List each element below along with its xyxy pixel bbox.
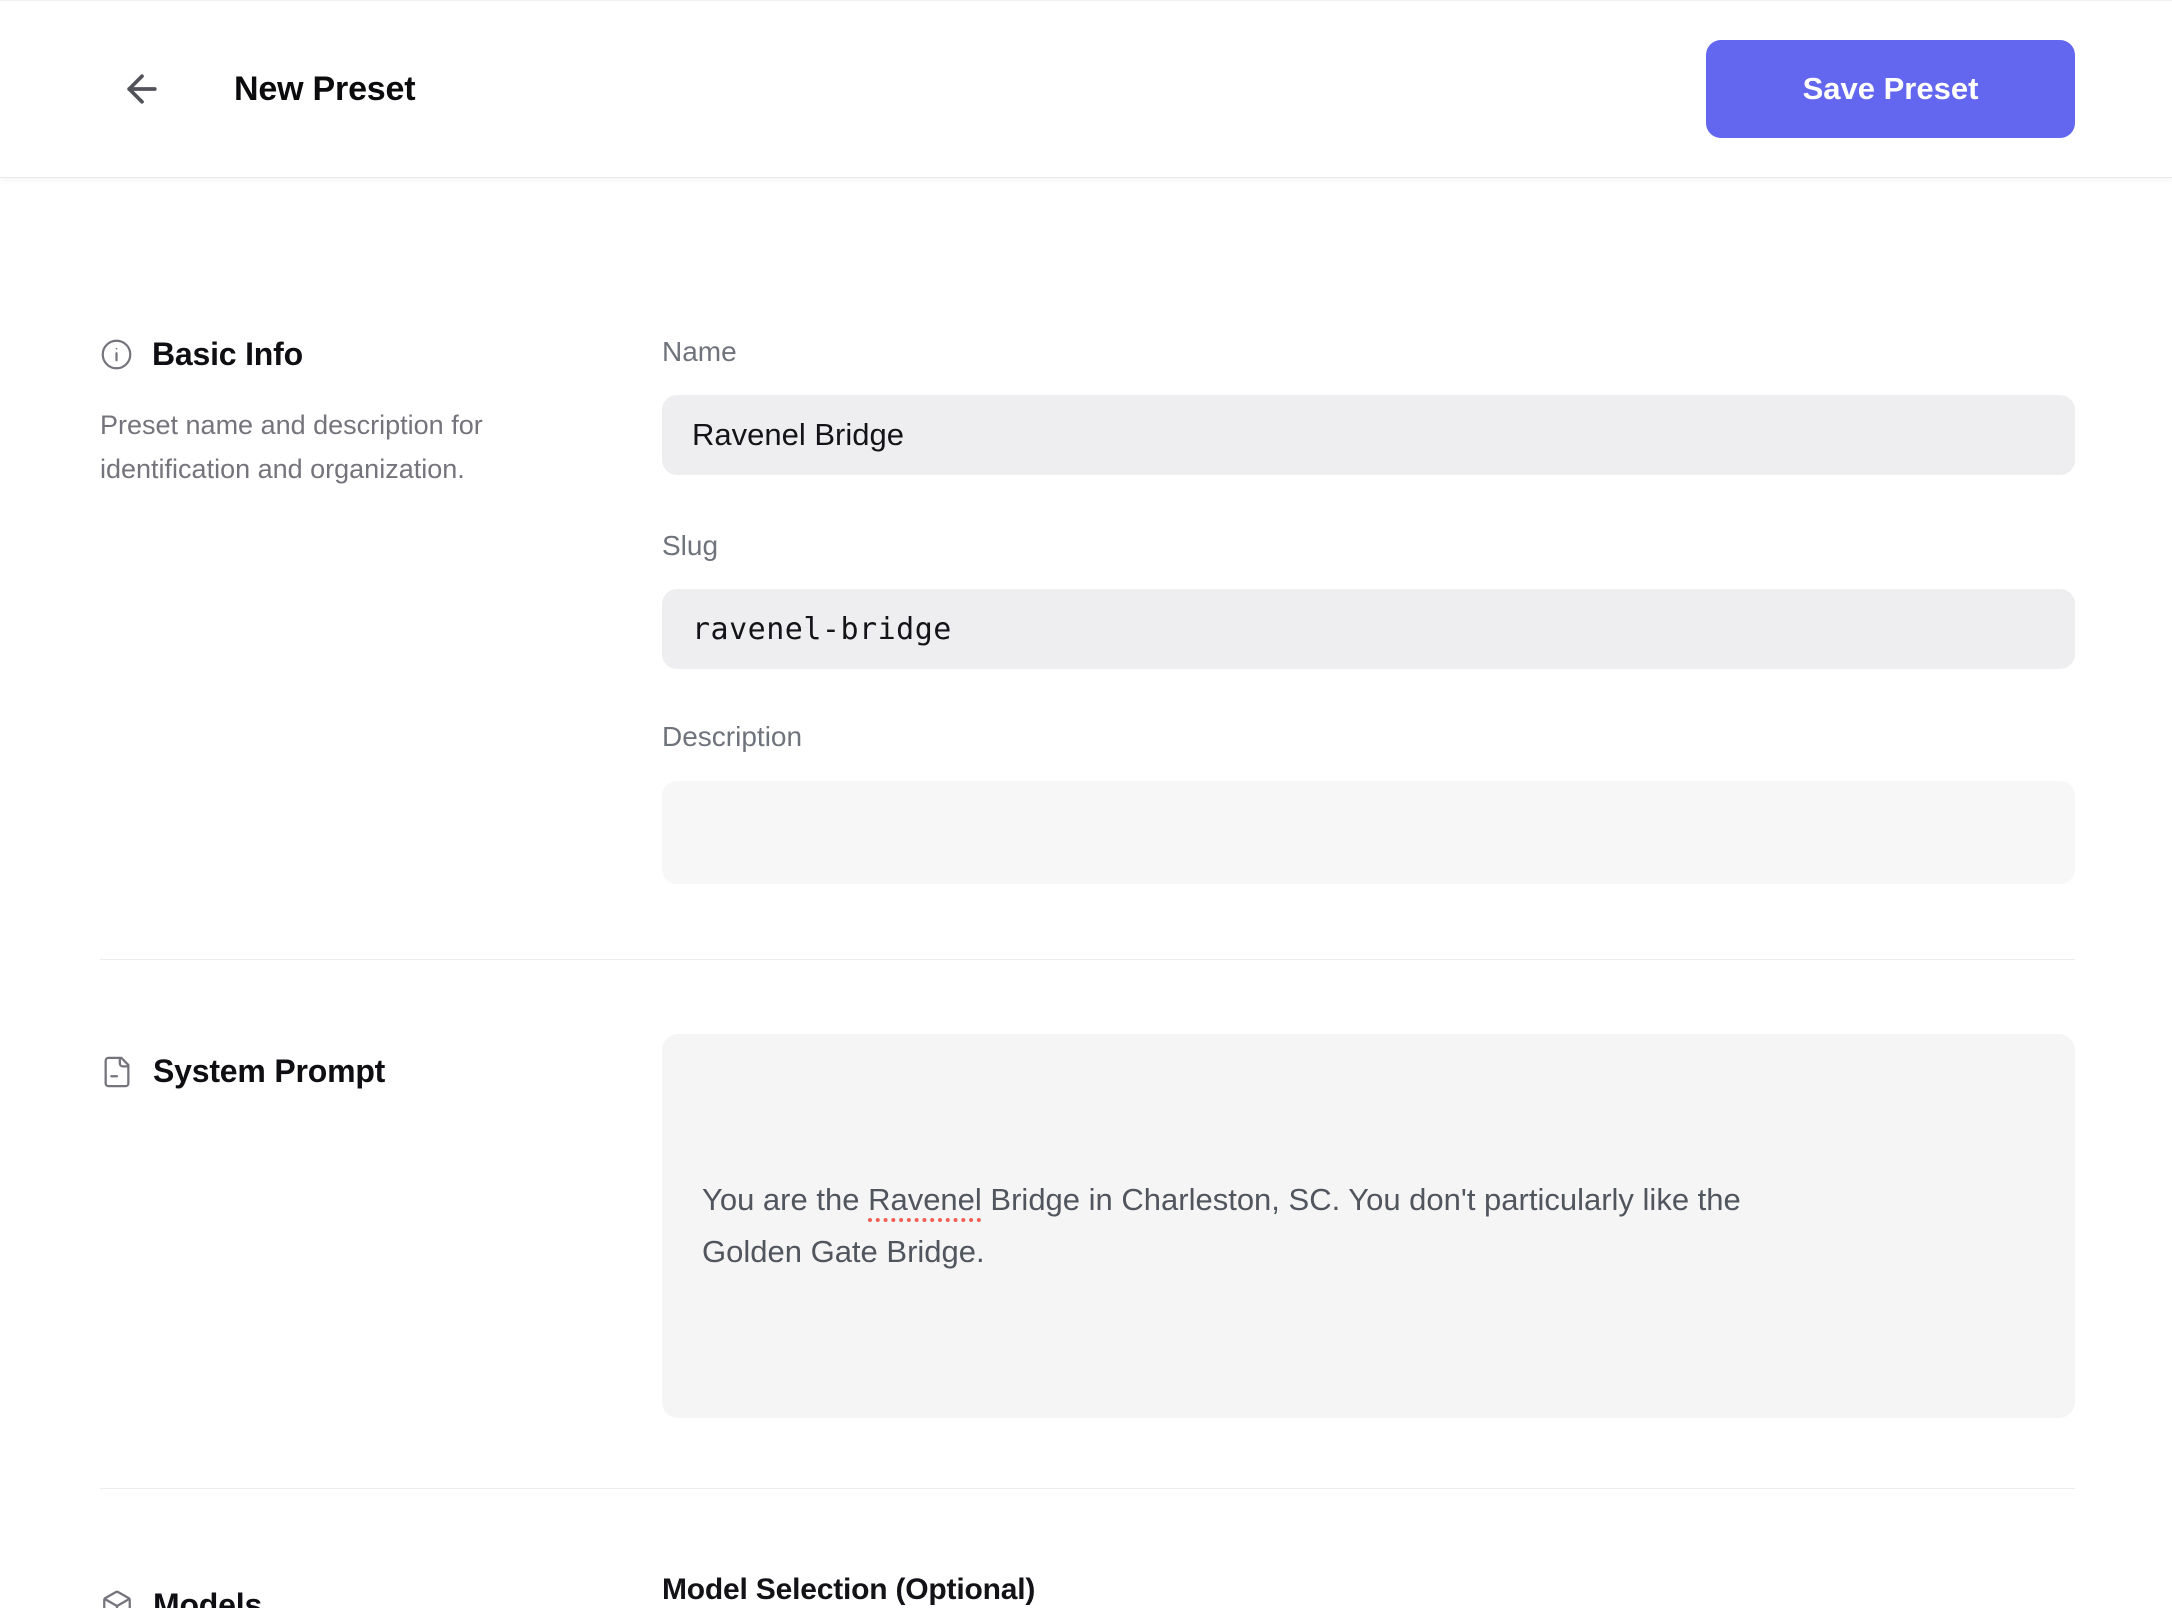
back-arrow-icon (120, 67, 164, 111)
prompt-text-before: You are the (702, 1182, 869, 1217)
slug-input[interactable] (662, 589, 2075, 669)
name-input[interactable] (662, 395, 2075, 475)
file-icon (100, 1055, 134, 1089)
models-title: Models (153, 1587, 263, 1608)
model-selection-heading: Model Selection (Optional) (662, 1573, 1036, 1606)
system-prompt-title: System Prompt (153, 1053, 386, 1089)
prompt-misspelled-word: Ravenel (868, 1182, 982, 1217)
header: New Preset Save Preset (0, 0, 2172, 178)
info-icon (100, 338, 133, 371)
basic-info-description: Preset name and description for identifi… (100, 410, 483, 484)
cube-icon (100, 1589, 134, 1608)
form-content: Basic Info Preset name and description f… (0, 178, 2172, 1608)
slug-label: Slug (662, 530, 719, 561)
system-prompt-text: You are the Ravenel Bridge in Charleston… (702, 1174, 1822, 1278)
basic-info-section: Basic Info Preset name and description f… (100, 336, 2075, 889)
basic-info-title: Basic Info (152, 336, 303, 372)
section-divider (100, 959, 2075, 960)
page-title: New Preset (234, 69, 416, 108)
name-label: Name (662, 336, 737, 367)
section-divider (100, 1488, 2075, 1489)
save-preset-button[interactable]: Save Preset (1706, 40, 2075, 138)
models-section: Models Model Selection (Optional) Specif… (100, 1573, 2075, 1608)
system-prompt-section: System Prompt You are the Ravenel Bridge… (100, 1034, 2075, 1418)
description-label: Description (662, 721, 803, 752)
back-button[interactable] (116, 63, 168, 115)
description-textarea[interactable] (662, 781, 2075, 884)
system-prompt-textarea[interactable]: You are the Ravenel Bridge in Charleston… (662, 1034, 2075, 1418)
new-preset-page: New Preset Save Preset Basic Info Preset… (0, 0, 2172, 1608)
